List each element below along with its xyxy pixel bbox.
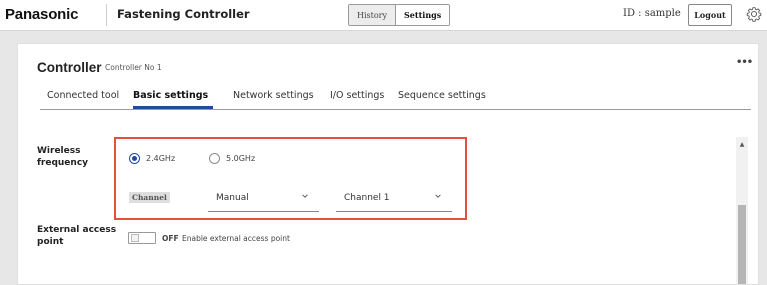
panel-title: Controller <box>37 60 102 75</box>
top-bar: Panasonic Fastening Controller History S… <box>0 0 767 31</box>
wireless-frequency-label: Wireless frequency <box>37 145 88 169</box>
highlight-box <box>114 137 467 220</box>
tab-basic-settings[interactable]: Basic settings <box>133 90 208 101</box>
view-switcher: History Settings <box>348 4 451 26</box>
brand-divider <box>106 4 107 26</box>
gear-icon[interactable] <box>746 6 762 22</box>
toggle-knob <box>131 234 139 242</box>
wireless-label-line2: frequency <box>37 158 89 168</box>
panel-subtitle: Controller No 1 <box>105 63 162 72</box>
external-access-label: External access point <box>37 224 116 248</box>
external-access-toggle[interactable] <box>128 232 156 244</box>
wireless-label-line1: Wireless <box>37 146 81 156</box>
controller-panel: Controller Controller No 1 ••• Connected… <box>17 43 759 285</box>
external-access-label-line2: point <box>37 237 64 247</box>
history-button[interactable]: History <box>349 5 397 25</box>
brand-logo: Panasonic <box>5 6 79 23</box>
logout-button[interactable]: Logout <box>688 4 732 26</box>
settings-tabs: Connected tool Basic settings Network se… <box>40 88 751 110</box>
scrollbar-thumb[interactable] <box>738 205 746 284</box>
external-access-label-line1: External access <box>37 225 117 235</box>
toggle-description: Enable external access point <box>182 234 290 243</box>
settings-button[interactable]: Settings <box>396 5 450 25</box>
toggle-state-text: OFF <box>162 234 179 243</box>
active-tab-indicator <box>133 106 213 109</box>
app-title: Fastening Controller <box>117 7 250 21</box>
tab-io-settings[interactable]: I/O settings <box>330 90 384 101</box>
scroll-up-icon[interactable]: ▲ <box>736 141 748 148</box>
scrollbar[interactable]: ▲ <box>736 137 748 284</box>
tab-sequence-settings[interactable]: Sequence settings <box>398 90 486 101</box>
more-horizontal-icon[interactable]: ••• <box>736 57 753 68</box>
tab-network-settings[interactable]: Network settings <box>233 90 314 101</box>
user-id: ID : sample <box>623 8 681 19</box>
tab-connected-tool[interactable]: Connected tool <box>47 90 119 101</box>
